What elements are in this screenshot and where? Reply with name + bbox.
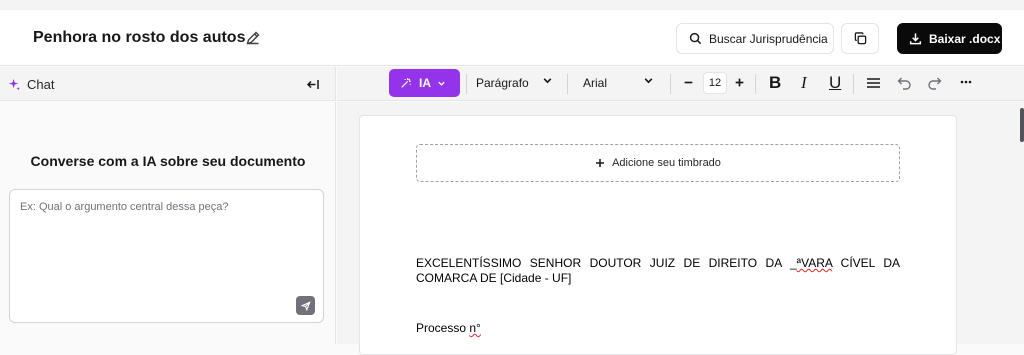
download-icon [909, 33, 922, 45]
chevron-down-icon [438, 81, 445, 86]
chat-tab-label[interactable]: Chat [27, 77, 54, 92]
document-paragraph[interactable]: EXCELENTÍSSIMO SENHOR DOUTOR JUIZ DE DIR… [416, 256, 900, 286]
chat-input-placeholder: Ex: Qual o argumento central dessa peça? [20, 201, 229, 213]
document-title: Penhora no rosto dos autos [33, 29, 246, 46]
toolbar-divider [853, 74, 854, 94]
minus-icon[interactable] [683, 77, 694, 88]
search-jurisprudence-button[interactable]: Buscar Jurisprudência [676, 23, 834, 54]
underline-icon[interactable]: U [829, 73, 841, 93]
editor-toolbar: IA Parágrafo Arial 12 B I U [337, 67, 1024, 101]
copy-icon [854, 32, 866, 45]
chevron-down-icon[interactable] [643, 75, 654, 86]
download-docx-button[interactable]: Baixar .docx [897, 23, 1002, 54]
italic-icon[interactable]: I [801, 73, 807, 93]
more-options-icon[interactable] [960, 80, 972, 84]
bold-icon[interactable]: B [769, 73, 781, 93]
magic-wand-icon [401, 78, 411, 88]
sidebar-header: Chat [0, 67, 336, 101]
font-size-input[interactable]: 12 [703, 72, 727, 94]
ia-button[interactable]: IA [389, 69, 460, 97]
search-icon [689, 32, 702, 45]
scrollbar-thumb[interactable] [1020, 108, 1024, 142]
toolbar-divider [466, 74, 467, 94]
header: Penhora no rosto dos autos Buscar Jurisp… [0, 10, 1024, 66]
toolbar-divider [670, 74, 671, 94]
misspelled-word: n° [469, 321, 481, 335]
ia-button-label: IA [419, 76, 431, 90]
send-button[interactable] [296, 296, 315, 315]
chat-input[interactable]: Ex: Qual o argumento central dessa peça? [9, 189, 324, 323]
misspelled-word: ªVARA [796, 256, 833, 270]
document-paragraph[interactable]: Processo n° [416, 321, 481, 335]
plus-icon [596, 159, 605, 167]
sparkle-icon [8, 78, 21, 91]
chevron-down-icon[interactable] [542, 75, 553, 86]
pencil-icon[interactable] [245, 30, 261, 46]
paragraph-style-select[interactable]: Parágrafo [476, 76, 529, 90]
send-icon [300, 300, 311, 311]
top-strip [0, 0, 1024, 10]
font-family-select[interactable]: Arial [583, 76, 607, 90]
copy-button[interactable] [841, 23, 879, 54]
toolbar-divider [755, 74, 756, 94]
document-text: Processo [416, 321, 470, 335]
align-justify-icon[interactable] [866, 76, 881, 90]
plus-icon[interactable] [734, 77, 745, 88]
toolbar-divider [567, 74, 568, 94]
chat-sidebar: Converse com a IA sobre seu documento Ex… [0, 102, 336, 344]
add-letterhead-button[interactable]: Adicione seu timbrado [416, 144, 900, 182]
download-docx-label: Baixar .docx [929, 31, 1001, 46]
search-jurisprudence-label: Buscar Jurisprudência [709, 31, 828, 46]
chat-heading: Converse com a IA sobre seu documento [30, 153, 306, 169]
redo-icon[interactable] [927, 75, 942, 90]
collapse-sidebar-icon[interactable] [306, 78, 320, 91]
document-page[interactable]: Adicione seu timbrado EXCELENTÍSSIMO SEN… [359, 115, 957, 355]
add-letterhead-label: Adicione seu timbrado [612, 157, 721, 169]
document-text: EXCELENTÍSSIMO SENHOR DOUTOR JUIZ DE DIR… [416, 256, 797, 270]
undo-icon[interactable] [897, 75, 912, 90]
